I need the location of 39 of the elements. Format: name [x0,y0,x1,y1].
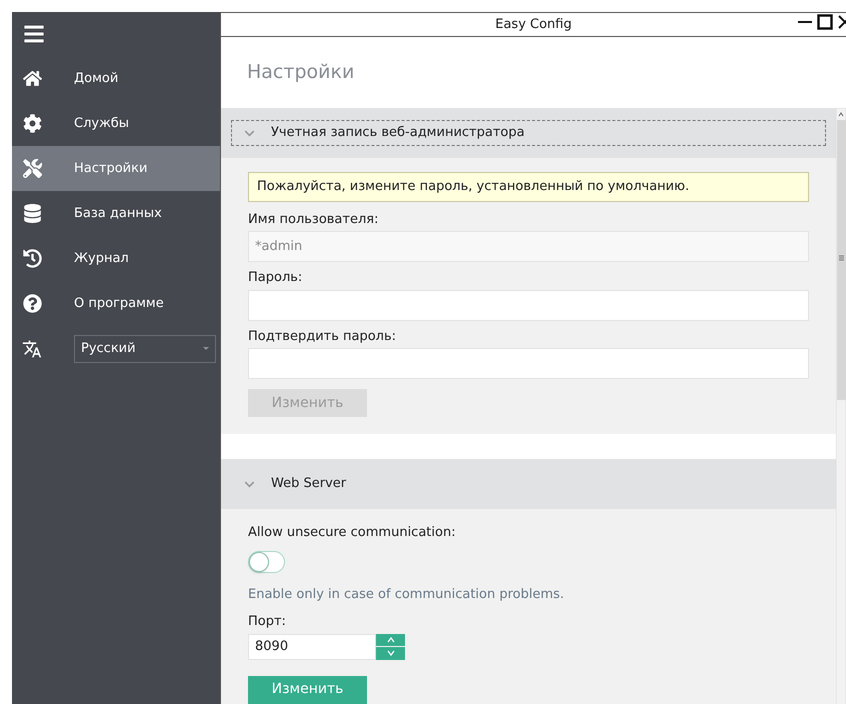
page-title: Настройки [247,60,354,86]
sidebar-item[interactable]: Журнал [12,236,220,281]
field-label: Allow unsecure communication: [248,524,456,542]
field-label: Подтвердить пароль: [248,328,398,346]
up-chevron-icon [386,636,394,643]
scrollbar[interactable] [836,108,846,704]
home-icon [22,69,42,88]
history-icon [22,249,42,268]
translate-icon [22,338,42,358]
caret-icon [203,347,209,350]
hint-text: Enable only in case of communication problems. [248,586,566,604]
section-title: Учетная запись веб-администратора [271,124,525,142]
field-label: Порт: [248,613,286,631]
increment-button[interactable] [376,634,405,646]
sidebar-item[interactable]: Домой [12,56,220,101]
number-field[interactable]: 8090 [248,634,376,660]
help-icon [22,294,42,313]
section-header[interactable]: Учетная запись веб-администратора [221,108,836,158]
toggle-switch[interactable] [248,550,285,572]
section-title: Web Server [271,475,346,494]
text-field[interactable] [248,348,809,379]
gear-icon [22,114,42,133]
decrement-button[interactable] [376,647,405,660]
language-dropdown[interactable]: Русский [74,334,216,362]
text-field[interactable] [248,290,809,320]
sidebar-item[interactable]: База данных [12,191,220,236]
window-title: Easy Config [495,16,572,34]
tools-icon [22,159,42,178]
maximize-icon[interactable] [817,14,833,30]
sidebar-item[interactable]: Службы [12,101,220,146]
section-header[interactable]: Web Server [221,459,836,509]
field-label: Пароль: [248,269,304,287]
notice-message: Пожалуйста, измените пароль, установленный по умолчанию. [248,172,809,202]
sidebar-item[interactable]: О программе [12,281,220,326]
down-chevron-icon [386,650,394,656]
sidebar-item[interactable]: Настройки [12,146,220,191]
database-icon [22,204,42,223]
menu-icon[interactable] [23,23,45,45]
field-label: Имя пользователя: [248,210,380,228]
